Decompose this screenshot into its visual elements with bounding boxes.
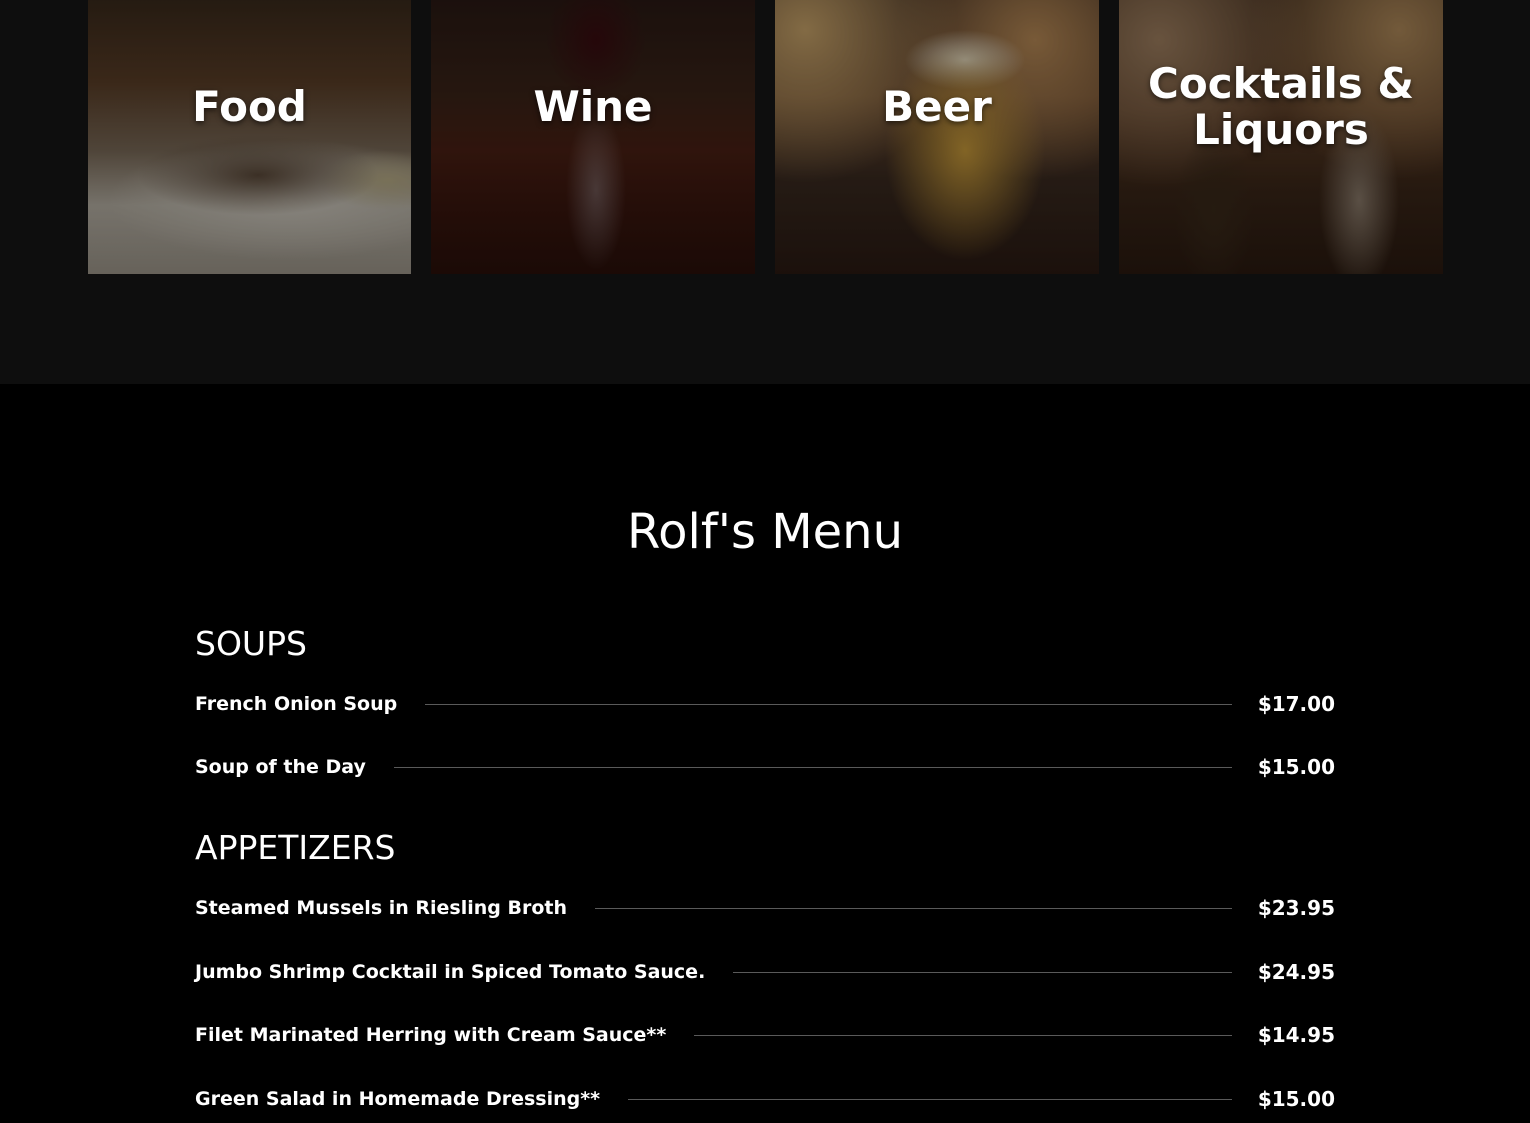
section-heading-appetizers: APPETIZERS	[195, 828, 396, 867]
dotted-leader-line	[694, 1034, 1232, 1036]
menu-item-name: French Onion Soup	[195, 693, 398, 715]
section-heading-soups: SOUPS	[195, 624, 307, 663]
category-tile-wine[interactable]: Wine	[431, 0, 755, 274]
menu-item-price: $17.00	[1257, 692, 1335, 716]
category-tile-cocktails-liquors[interactable]: Cocktails & Liquors	[1119, 0, 1443, 274]
menu-item-row: Green Salad in Homemade Dressing** $15.0…	[195, 1082, 1335, 1116]
menu-item-price: $15.00	[1257, 1087, 1335, 1111]
menu-item-row: Soup of the Day $15.00	[195, 750, 1335, 784]
category-label-food: Food	[192, 82, 307, 131]
menu-item-price: $14.95	[1257, 1023, 1335, 1047]
dotted-leader-line	[393, 766, 1232, 768]
menu-item-row: French Onion Soup $17.00	[195, 687, 1335, 721]
menu-item-name: Filet Marinated Herring with Cream Sauce…	[195, 1024, 667, 1046]
menu-item-price: $24.95	[1257, 960, 1335, 984]
menu-item-row: Jumbo Shrimp Cocktail in Spiced Tomato S…	[195, 955, 1335, 989]
category-tile-beer[interactable]: Beer	[775, 0, 1099, 274]
menu-item-name: Soup of the Day	[195, 756, 366, 778]
category-label-cocktails-liquors: Cocktails & Liquors	[1148, 59, 1414, 154]
dotted-leader-line	[733, 971, 1232, 973]
menu-title: Rolf's Menu	[626, 504, 904, 560]
menu-item-name: Jumbo Shrimp Cocktail in Spiced Tomato S…	[195, 961, 706, 983]
dotted-leader-line	[595, 907, 1232, 909]
menu-item-price: $15.00	[1257, 755, 1335, 779]
dotted-leader-line	[628, 1098, 1232, 1100]
menu-item-name: Green Salad in Homemade Dressing**	[195, 1088, 601, 1110]
category-label-wine: Wine	[533, 82, 653, 131]
menu-item-price: $23.95	[1257, 896, 1335, 920]
category-label-beer: Beer	[882, 82, 992, 131]
menu-item-row: Steamed Mussels in Riesling Broth $23.95	[195, 891, 1335, 925]
menu-item-name: Steamed Mussels in Riesling Broth	[195, 897, 568, 919]
dotted-leader-line	[425, 703, 1232, 705]
menu-item-row: Filet Marinated Herring with Cream Sauce…	[195, 1018, 1335, 1052]
category-tile-food[interactable]: Food	[88, 0, 411, 274]
